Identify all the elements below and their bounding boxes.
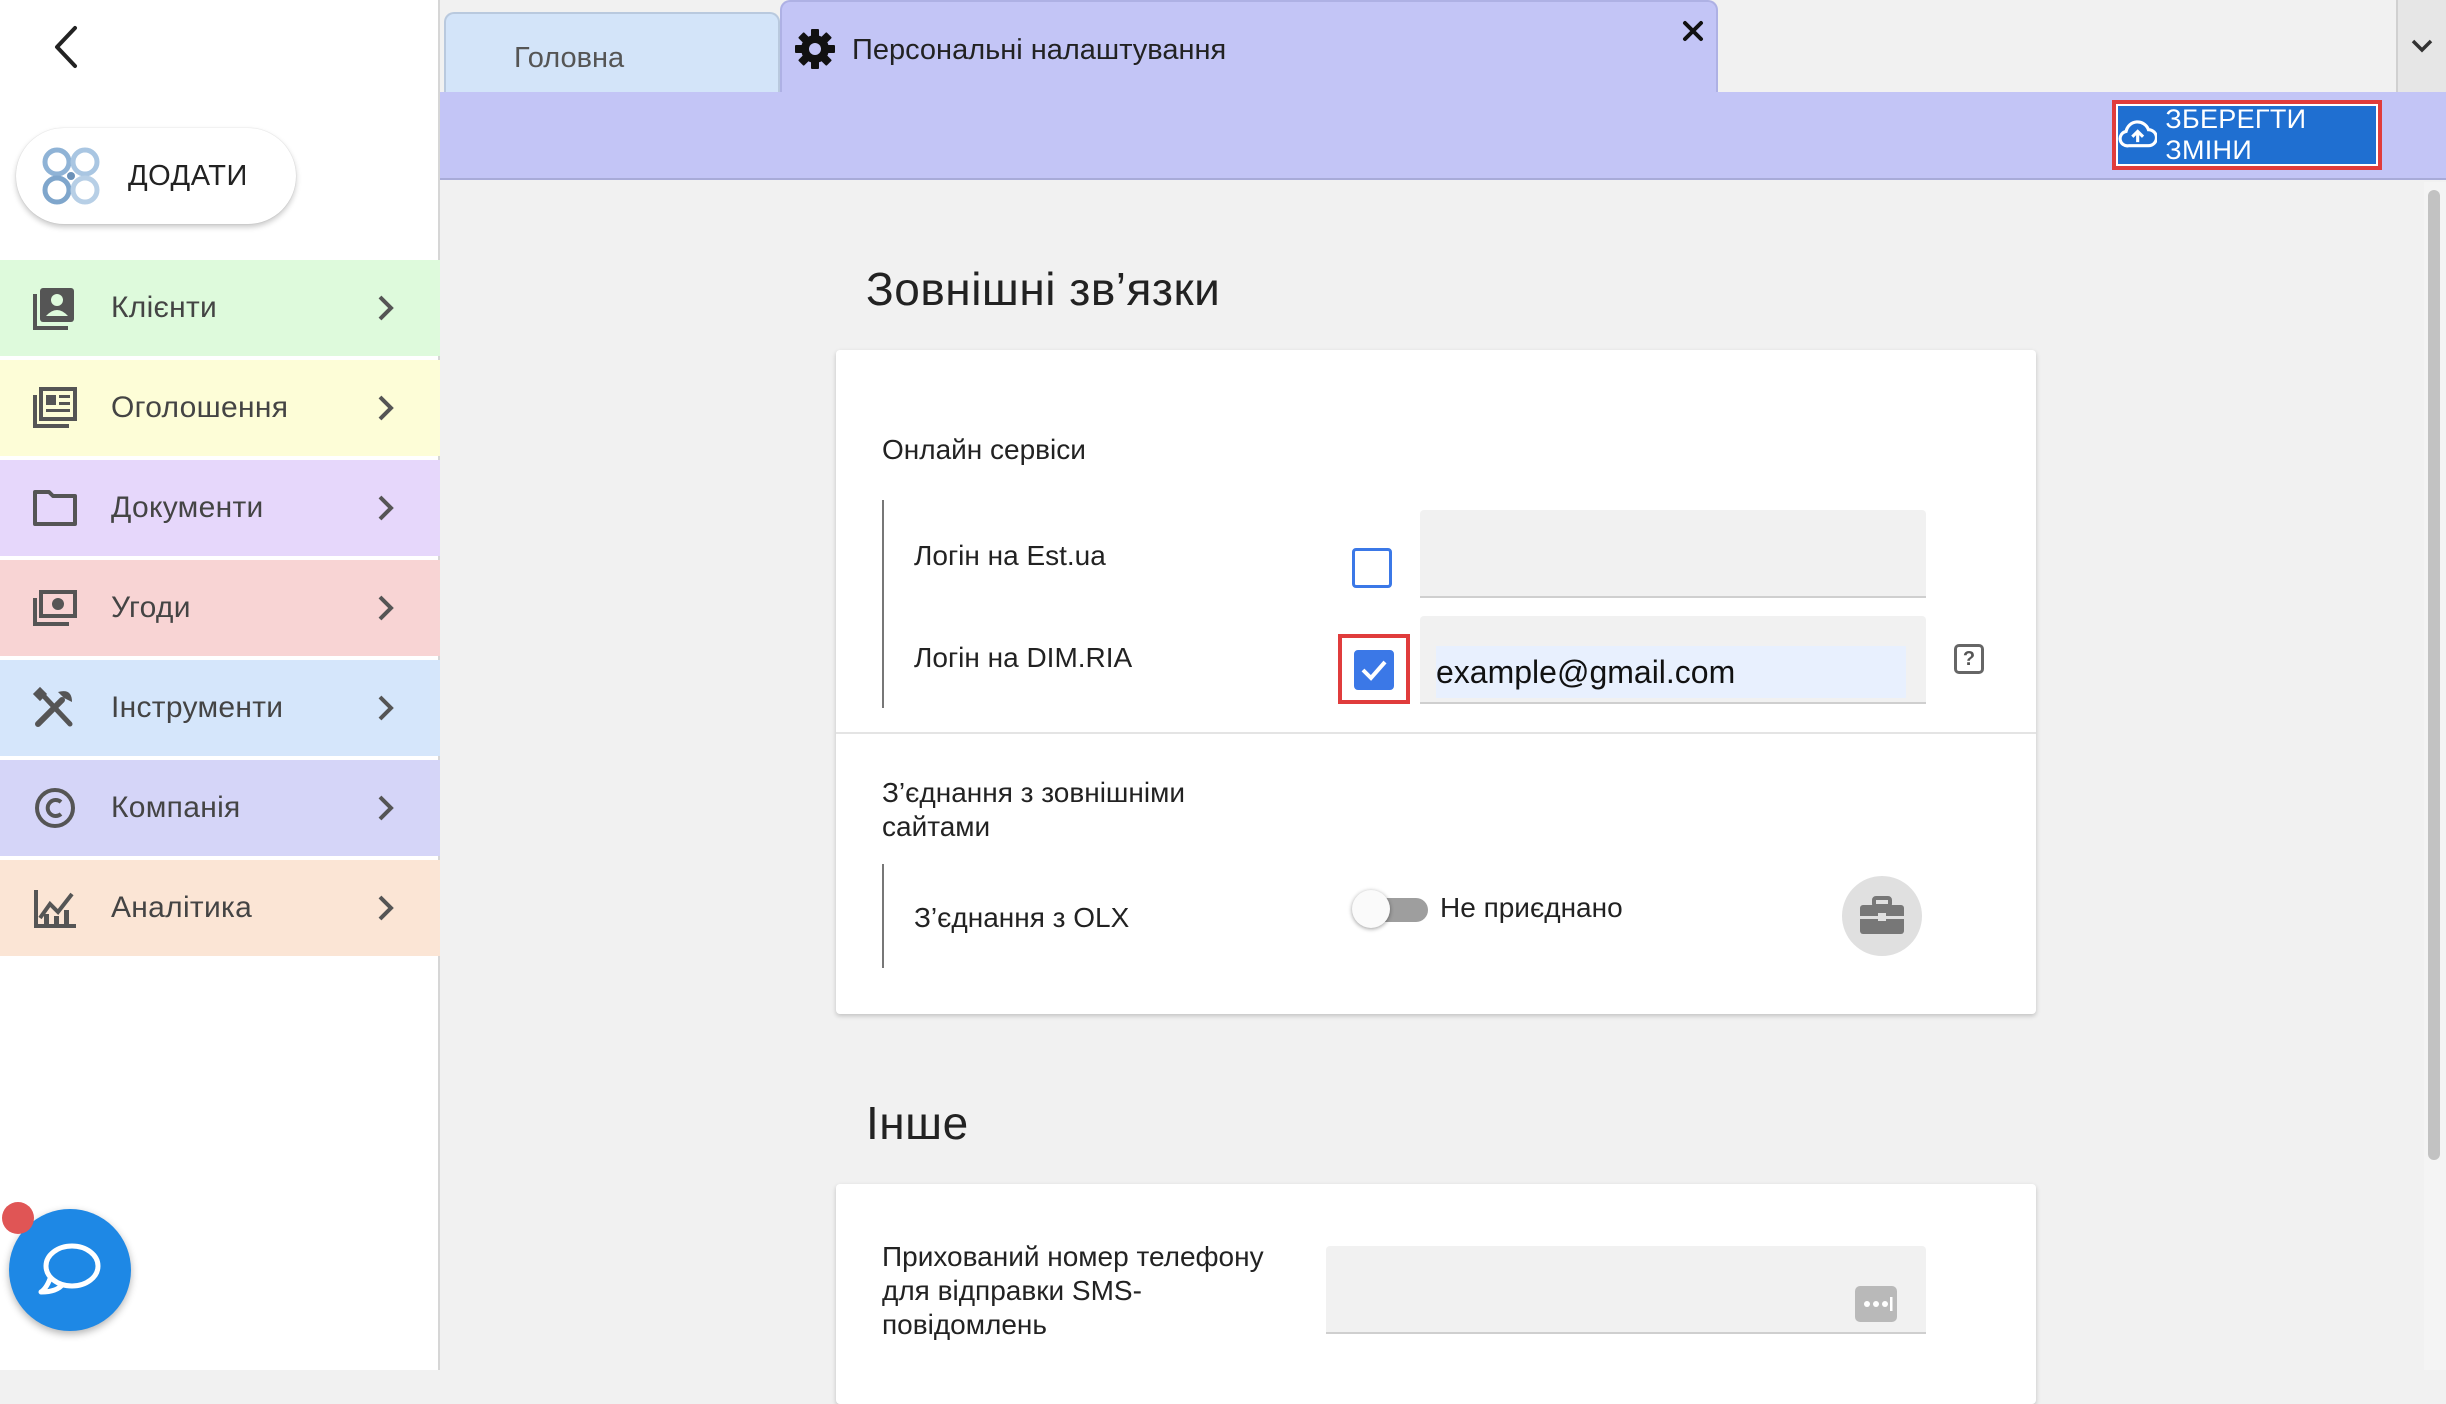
external-links-card: Онлайн сервіси Логін на Est.ua Логін на … (836, 350, 2036, 1014)
gear-icon (795, 29, 835, 69)
sidebar: ДОДАТИ Клієнти Оголошення Документи Угод… (0, 0, 440, 1370)
est-login-field[interactable] (1420, 510, 1926, 598)
sidebar-item-company[interactable]: Компанія (0, 760, 440, 856)
tab-home[interactable]: Головна (444, 12, 780, 92)
dim-login-label: Логін на DIM.RIA (914, 642, 1133, 673)
save-changes-label: ЗБЕРЕГТИ ЗМІНИ (2165, 104, 2307, 165)
external-sites-title: З’єднання з зовнішніми сайтами (882, 777, 1185, 842)
close-icon[interactable] (1678, 16, 1708, 46)
dim-login-input[interactable] (1436, 646, 1906, 698)
tab-personal-settings[interactable]: Персональні налаштування (780, 0, 1718, 94)
chevron-down-icon (2411, 39, 2433, 53)
sidebar-item-tools[interactable]: Інструменти (0, 660, 440, 756)
sidebar-nav: Клієнти Оголошення Документи Угоди Інстр… (0, 260, 440, 960)
sidebar-item-clients[interactable]: Клієнти (0, 260, 440, 356)
sidebar-item-label: Угоди (111, 591, 191, 624)
sidebar-item-label: Компанія (111, 791, 241, 824)
folder-icon (33, 490, 77, 526)
chevron-right-icon (378, 895, 394, 921)
help-icon[interactable]: ? (1954, 644, 1984, 674)
est-login-checkbox[interactable] (1352, 548, 1392, 588)
est-login-label: Логін на Est.ua (914, 540, 1106, 571)
sidebar-item-label: Оголошення (111, 391, 289, 424)
olx-connect-button[interactable] (1842, 876, 1922, 956)
sidebar-item-deals[interactable]: Угоди (0, 560, 440, 656)
chat-icon (38, 1243, 101, 1295)
app-logo-icon (42, 147, 100, 205)
sidebar-item-label: Документи (111, 491, 264, 524)
chevron-right-icon (378, 795, 394, 821)
olx-connection-toggle[interactable] (1352, 888, 1428, 928)
tabs-dropdown-button[interactable] (2396, 0, 2446, 92)
briefcase-icon (1860, 896, 1904, 934)
hidden-phone-field[interactable] (1326, 1246, 1926, 1334)
cloud-upload-icon (2118, 120, 2158, 148)
other-card: Прихований номер телефону для відправки … (836, 1184, 2036, 1404)
online-services-title: Онлайн сервіси (882, 434, 1086, 465)
money-icon (33, 590, 77, 626)
checkmark-icon (1361, 660, 1387, 681)
dim-login-field[interactable] (1420, 616, 1926, 704)
section-divider (836, 732, 2036, 734)
chevron-right-icon (378, 295, 394, 321)
tab-home-label: Головна (514, 42, 625, 74)
save-changes-button[interactable]: ЗБЕРЕГТИ ЗМІНИ (2112, 100, 2382, 170)
listing-icon (33, 387, 77, 428)
tab-personal-settings-label: Персональні налаштування (852, 34, 1227, 66)
analytics-icon (34, 890, 76, 928)
group-divider (882, 500, 884, 708)
sidebar-item-analytics[interactable]: Аналітика (0, 860, 440, 956)
olx-connection-label: З’єднання з OLX (914, 902, 1130, 933)
dim-login-checkbox[interactable] (1354, 650, 1394, 690)
add-button[interactable]: ДОДАТИ (16, 128, 296, 224)
sidebar-item-label: Аналітика (111, 891, 253, 924)
sidebar-item-label: Клієнти (111, 291, 218, 324)
sidebar-item-documents[interactable]: Документи (0, 460, 440, 556)
notification-dot (2, 1202, 34, 1234)
olx-connection-status: Не приєднано (1440, 892, 1623, 923)
tab-bar: Головна Персональні налаштування (440, 0, 2446, 94)
add-button-label: ДОДАТИ (128, 159, 248, 192)
chevron-right-icon (378, 595, 394, 621)
copyright-icon (35, 788, 75, 828)
toggle-knob (1352, 890, 1390, 928)
group-divider (882, 864, 884, 968)
password-dots-icon[interactable] (1854, 1284, 1898, 1324)
section-title-other: Інше (866, 1097, 969, 1149)
chevron-right-icon (378, 395, 394, 421)
tools-icon (32, 686, 73, 727)
chevron-right-icon (378, 495, 394, 521)
hidden-phone-label: Прихований номер телефону для відправки … (882, 1241, 1264, 1340)
scrollbar-thumb[interactable] (2428, 190, 2440, 1160)
back-button[interactable] (44, 22, 88, 72)
sidebar-item-listings[interactable]: Оголошення (0, 360, 440, 456)
toolbar: ЗБЕРЕГТИ ЗМІНИ (440, 92, 2446, 180)
chevron-left-icon (55, 26, 77, 68)
chevron-right-icon (378, 695, 394, 721)
contacts-icon (33, 288, 74, 330)
sidebar-item-label: Інструменти (111, 691, 284, 724)
section-title-external: Зовнішні зв’язки (866, 263, 1221, 315)
